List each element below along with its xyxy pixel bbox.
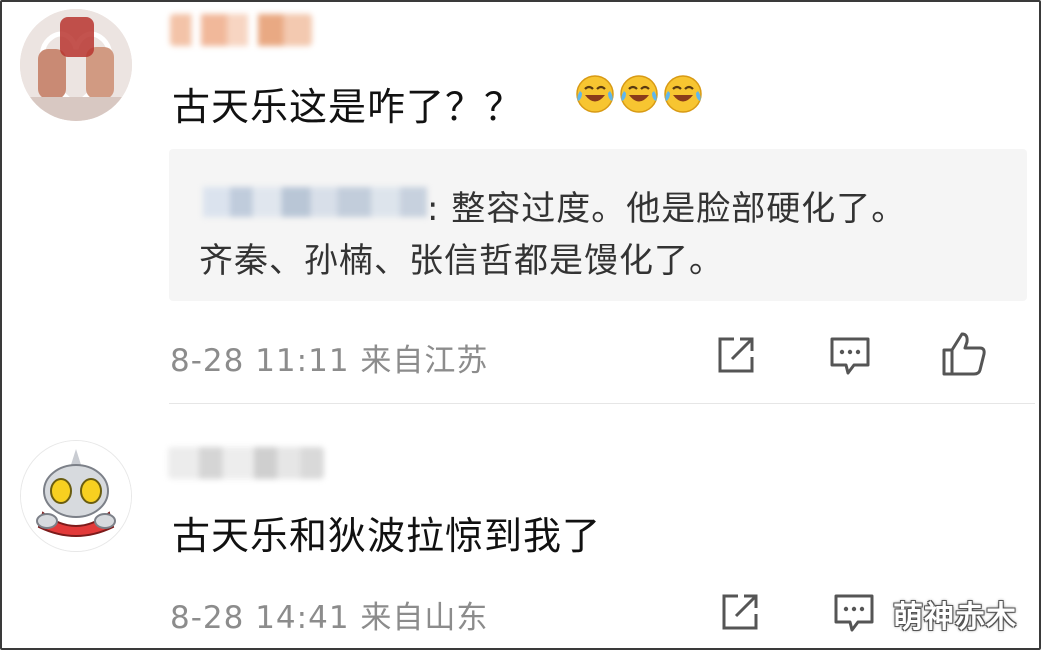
comment-meta: 8-28 11:11 来自江苏 xyxy=(170,343,489,379)
reply-text-line-1: : 整容过度。他是脸部硬化了。 xyxy=(427,189,907,229)
avatar[interactable] xyxy=(20,440,132,552)
watermark: 萌神赤木 xyxy=(893,600,1017,635)
avatar-image xyxy=(21,441,131,551)
laugh-cry-icon xyxy=(576,75,614,113)
comment-icon[interactable] xyxy=(828,333,872,377)
username-blurred[interactable] xyxy=(170,14,312,46)
comment-icon[interactable] xyxy=(832,590,876,634)
comment-text: 古天乐这是咋了？？ xyxy=(172,85,524,129)
reply-text-line-2: 齐秦、孙楠、张信哲都是馒化了。 xyxy=(199,241,724,281)
like-icon[interactable] xyxy=(940,330,988,378)
reply-preview[interactable]: : 整容过度。他是脸部硬化了。 齐秦、孙楠、张信哲都是馒化了。 xyxy=(169,149,1027,301)
reply-username-blurred[interactable] xyxy=(203,187,427,217)
share-icon[interactable] xyxy=(718,590,762,634)
share-icon[interactable] xyxy=(714,333,758,377)
comment-meta: 8-28 14:41 来自山东 xyxy=(170,600,489,636)
comment-text: 古天乐和狄波拉惊到我了 xyxy=(172,514,602,558)
username-blurred[interactable] xyxy=(168,447,324,479)
avatar-image xyxy=(20,9,132,121)
laugh-cry-icon xyxy=(620,75,658,113)
laugh-cry-icon xyxy=(664,75,702,113)
emoji-group xyxy=(575,74,703,114)
divider xyxy=(169,403,1035,404)
avatar[interactable] xyxy=(20,9,132,121)
